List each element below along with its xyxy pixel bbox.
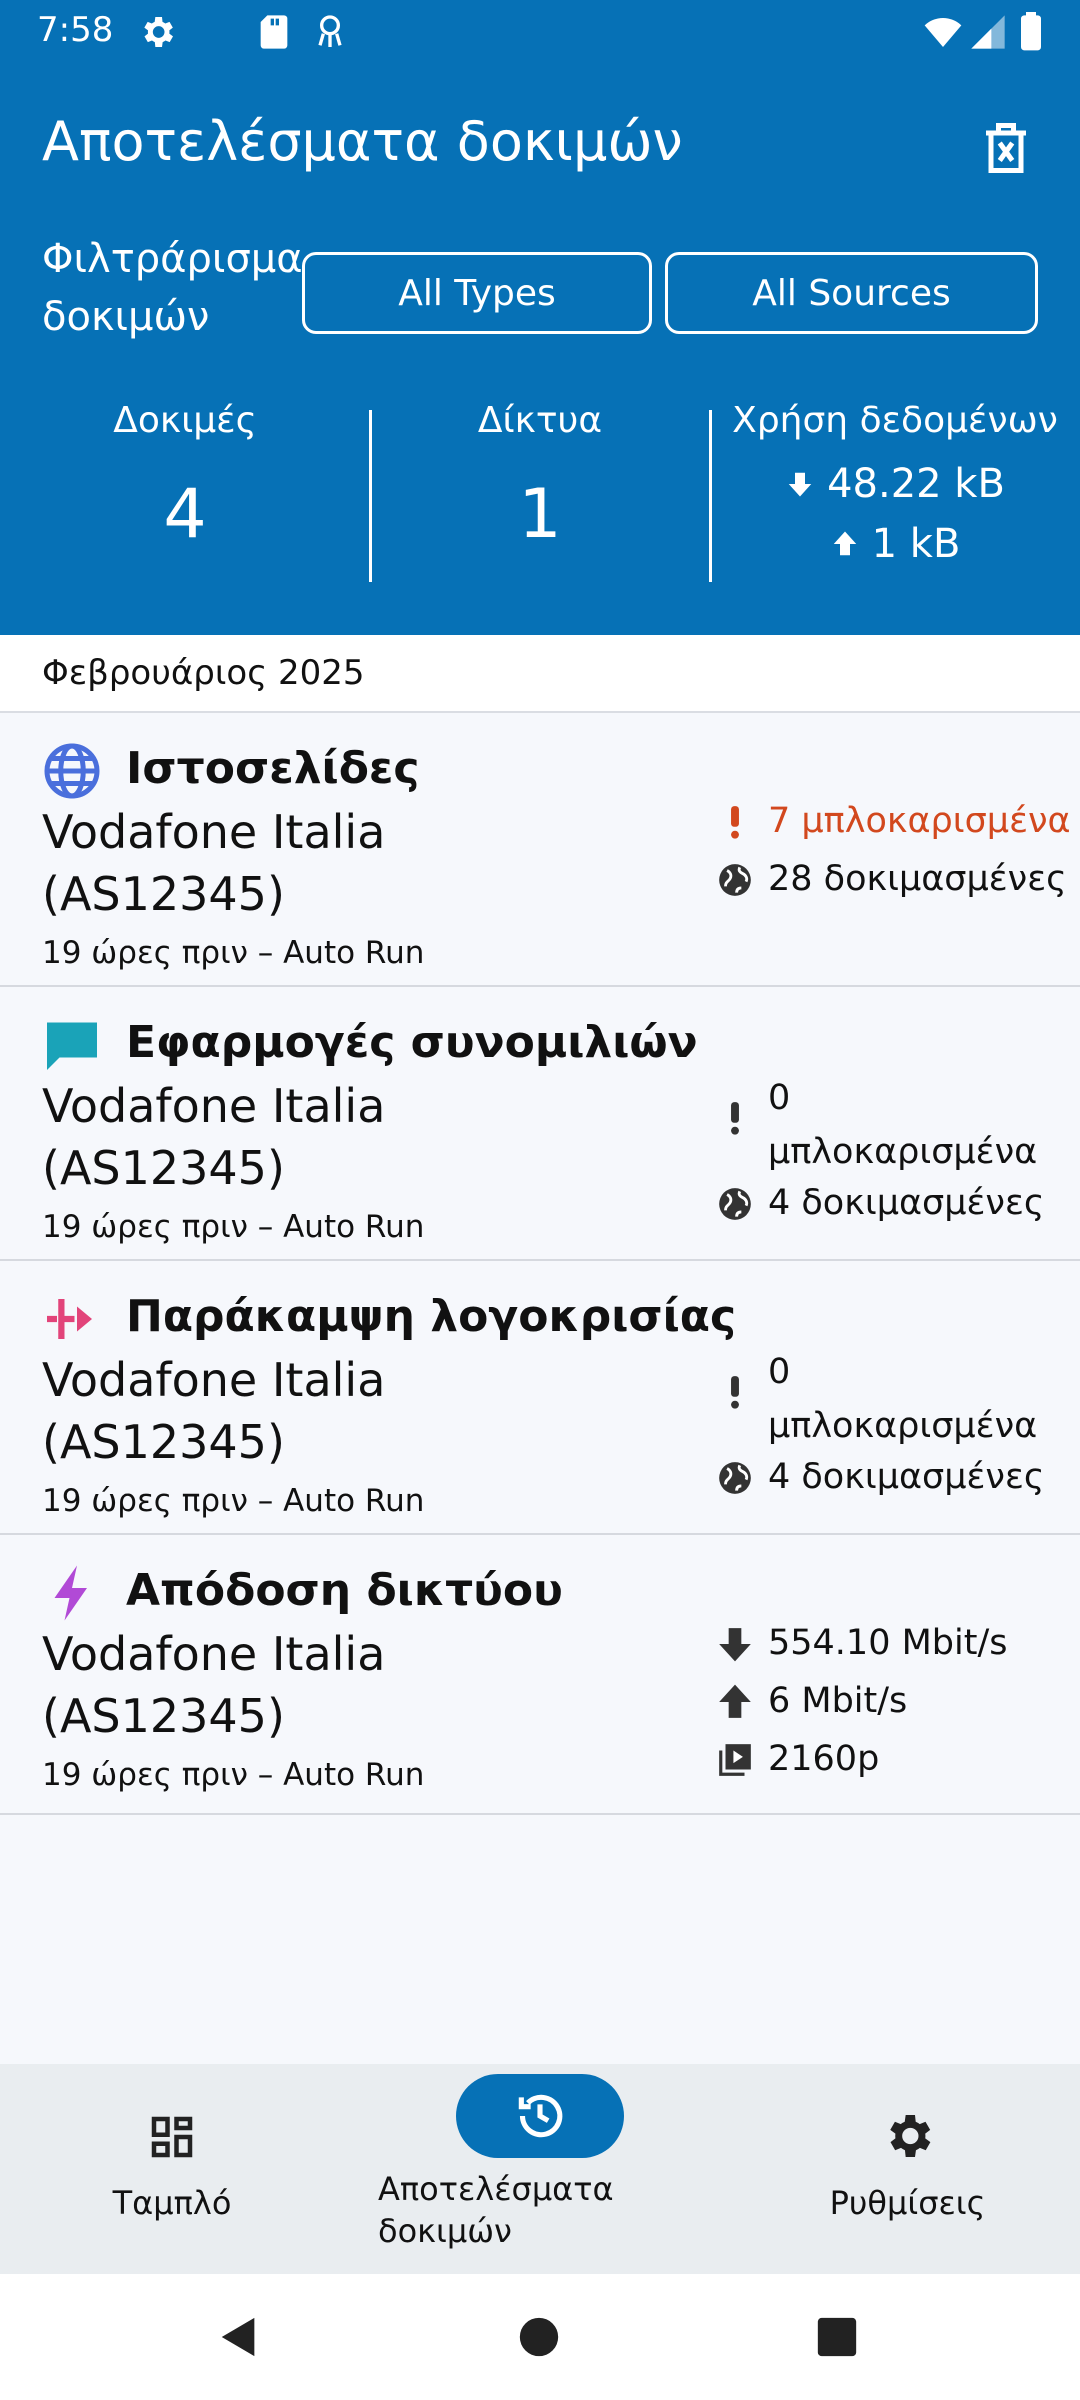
card-title: Απόδοση δικτύου [126,1565,563,1616]
nav-dashboard-label: Ταμπλό [112,2184,232,2222]
tested-text: 4 δοκιμασμένες [768,1457,1045,1497]
app-notification-icon [318,15,342,47]
filter-label: Φιλτράρισμα δοκιμών [42,236,303,340]
card-time: 19 ώρες πριν – Auto Run [42,1209,425,1245]
card-time: 19 ώρες πριν – Auto Run [42,1483,425,1519]
stat-tests-label: Δοκιμές [113,400,257,441]
circumvention-icon [47,1299,92,1339]
upload-speed-text: 6 Mbit/s [768,1681,908,1721]
upload-arrow-icon [719,1684,751,1718]
card-time: 19 ώρες πριν – Auto Run [42,935,425,971]
result-card-websites[interactable]: Ιστοσελίδες Vodafone Italia (AS12345) 19… [0,713,1080,987]
tested-count: 28 δοκιμασμένες [716,859,1067,899]
card-title: Ιστοσελίδες [126,743,420,794]
stat-networks-value: 1 [518,475,562,554]
card-title: Εφαρμογές συνομιλιών [126,1017,698,1068]
battery-icon [1021,12,1041,51]
month-header: Φεβρουάριος 2025 [0,635,1080,713]
back-icon[interactable] [216,2314,262,2360]
tested-count: 4 δοκιμασμένες [716,1183,1044,1223]
sd-card-icon [260,15,288,49]
result-card-circumvention[interactable]: Παράκαμψη λογοκρισίας Vodafone Italia (A… [0,1261,1080,1535]
stat-usage-label: Χρήση δεδομένων [732,400,1058,441]
download-arrow-icon [719,1628,751,1662]
wifi-icon [924,18,962,47]
result-card-chat-apps[interactable]: Εφαρμογές συνομιλιών Vodafone Italia (AS… [0,987,1080,1261]
history-icon [518,2094,563,2138]
card-network: Vodafone Italia (AS12345) [42,1353,386,1469]
usage-upload-value: 1 kB [871,521,961,567]
page-title: Αποτελέσματα δοκιμών [42,110,683,173]
status-time: 7:58 [37,10,114,50]
tested-text: 4 δοκιμασμένες [768,1183,1045,1223]
bottom-navigation: Ταμπλό Αποτελέσματα δοκιμών Ρυθμίσεις [0,2064,1080,2274]
download-speed: 554.10 Mbit/s [716,1623,1007,1663]
stat-tests: Δοκιμές 4 [0,400,370,554]
card-title: Παράκαμψη λογοκρισίας [126,1291,737,1342]
blocked-count: 0 μπλοκαρισμένα [716,1345,1037,1453]
lightning-icon [54,1565,87,1621]
card-network: Vodafone Italia (AS12345) [42,1627,386,1743]
usage-download: 48.22 kB [710,461,1080,507]
filter-sources-button[interactable]: All Sources [665,252,1038,334]
settings-gear-icon [890,2115,931,2157]
gear-icon [144,17,173,47]
system-navigation-bar [0,2274,1080,2400]
nav-test-results-label: Αποτελέσματα δοκιμών [378,2170,614,2250]
card-network: Vodafone Italia (AS12345) [42,1079,386,1195]
tested-text: 28 δοκιμασμένες [768,859,1067,899]
stat-networks: Δίκτυα 1 [370,400,710,554]
upload-speed: 6 Mbit/s [716,1681,907,1721]
blocked-text: 0 μπλοκαρισμένα [768,1078,1038,1172]
stat-usage: Χρήση δεδομένων 48.22 kB 1 kB [710,400,1080,567]
status-bar: 7:58 [0,0,1080,64]
blocked-count: 7 μπλοκαρισμένα [716,801,1071,841]
exclamation-icon [731,806,739,839]
earth-icon [719,1188,751,1220]
home-icon[interactable] [516,2314,562,2360]
signal-icon [971,15,1005,49]
video-library-icon [719,1744,751,1776]
upload-arrow-icon [833,531,856,556]
stat-networks-label: Δίκτυα [477,400,603,441]
blocked-count: 0 μπλοκαρισμένα [716,1071,1037,1179]
usage-upload: 1 kB [710,521,1080,567]
globe-icon [44,743,100,799]
usage-download-value: 48.22 kB [827,461,1005,507]
video-quality-text: 2160p [768,1739,880,1779]
download-arrow-icon [788,472,812,497]
download-speed-text: 554.10 Mbit/s [768,1623,1008,1663]
card-network: Vodafone Italia (AS12345) [42,805,386,921]
delete-all-icon[interactable] [976,118,1036,178]
header: 7:58 Αποτελέσματα δοκιμών Φιλτράρισμα δο… [0,0,1080,635]
nav-active-indicator [456,2074,624,2158]
result-card-performance[interactable]: Απόδοση δικτύου Vodafone Italia (AS12345… [0,1535,1080,1815]
chat-bubble-icon [47,1022,97,1070]
earth-icon [719,864,751,896]
stat-tests-value: 4 [163,475,207,554]
nav-settings-label: Ρυθμίσεις [829,2184,986,2222]
exclamation-icon [731,1376,739,1409]
filter-types-button[interactable]: All Types [302,252,652,334]
blocked-text: 0 μπλοκαρισμένα [768,1352,1038,1446]
tested-count: 4 δοκιμασμένες [716,1457,1044,1497]
video-quality: 2160p [716,1739,879,1779]
earth-icon [719,1462,751,1494]
blocked-text: 7 μπλοκαρισμένα [768,801,1071,841]
dashboard-icon [151,2116,193,2158]
recents-icon[interactable] [814,2314,860,2360]
exclamation-icon [731,1102,739,1135]
card-time: 19 ώρες πριν – Auto Run [42,1757,425,1793]
